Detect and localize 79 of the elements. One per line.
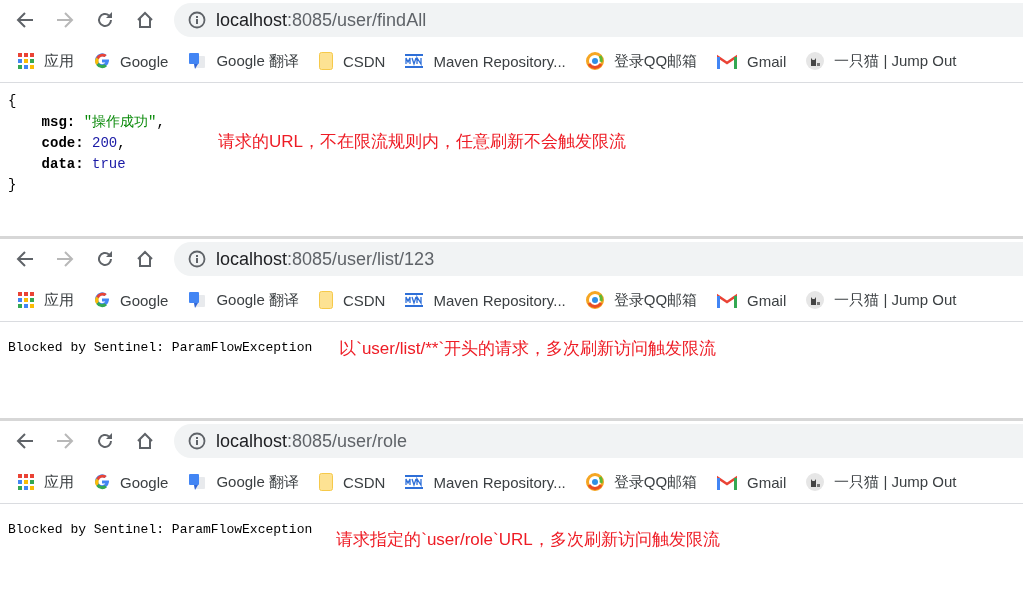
cat-icon — [806, 473, 825, 491]
bookmark[interactable]: Google — [94, 291, 169, 309]
page-icon — [318, 291, 333, 309]
info-icon — [188, 11, 206, 29]
page-icon — [318, 52, 333, 70]
back-icon — [16, 12, 34, 28]
annotation-text: 请求的URL，不在限流规则内，任意刷新不会触发限流 — [218, 131, 626, 153]
bookmark[interactable]: Google 翻译 — [188, 290, 299, 310]
url-text: localhost:8085/user/role — [216, 430, 408, 452]
json-brace: { — [8, 92, 18, 111]
url-text: localhost:8085/user/list/123 — [216, 248, 435, 270]
maven-logo-icon — [405, 475, 424, 489]
bookmark[interactable]: CSDN — [318, 473, 386, 491]
apps-grid-icon — [18, 53, 34, 69]
translate-icon — [188, 291, 207, 309]
bookmark[interactable]: 一只猫 | Jump Out — [806, 472, 957, 492]
bookmark[interactable]: 登录QQ邮箱 — [585, 51, 698, 71]
translate-icon — [188, 473, 207, 491]
translate-icon — [188, 52, 207, 70]
qq-mail-icon — [585, 473, 604, 491]
bookmark[interactable]: 一只猫 | Jump Out — [806, 290, 957, 310]
maven-logo-icon — [405, 54, 424, 68]
qq-mail-icon — [585, 291, 604, 309]
reload-icon — [96, 11, 114, 29]
json-line: code: 200, — [40, 134, 127, 153]
bookmark[interactable]: CSDN — [318, 291, 386, 309]
url-text: localhost:8085/user/findAll — [216, 9, 427, 31]
address-bar[interactable]: localhost:8085/user/findAll — [174, 3, 1023, 37]
forward-icon — [56, 433, 74, 449]
annotation-text: 请求指定的`user/role`URL，多次刷新访问触发限流 — [336, 529, 720, 551]
reload-icon — [96, 432, 114, 450]
bookmark[interactable]: Google — [94, 473, 169, 491]
back-icon — [16, 251, 34, 267]
bookmark[interactable]: CSDN — [318, 52, 386, 70]
google-g-icon — [94, 474, 110, 490]
annotation-text: 以`user/list/**`开头的请求，多次刷新访问触发限流 — [339, 338, 717, 360]
maven-logo-icon — [405, 293, 424, 307]
bookmark[interactable]: 应用 — [18, 472, 74, 492]
address-bar[interactable]: localhost:8085/user/list/123 — [174, 242, 1023, 276]
bookmark[interactable]: Google 翻译 — [188, 51, 299, 71]
apps-grid-icon — [18, 292, 34, 308]
gmail-icon — [717, 292, 738, 308]
info-icon — [188, 250, 206, 268]
cat-icon — [806, 291, 825, 309]
json-line: data: true — [40, 155, 127, 174]
bookmark[interactable]: Google 翻译 — [188, 472, 299, 492]
info-icon — [188, 432, 206, 450]
google-g-icon — [94, 53, 110, 69]
error-message: Blocked by Sentinel: ParamFlowException — [7, 339, 313, 355]
back-icon — [16, 433, 34, 449]
json-line: msg: "操作成功", — [40, 113, 166, 132]
bookmark[interactable]: Gmail — [717, 52, 787, 70]
gmail-icon — [717, 53, 738, 69]
bookmark[interactable]: Maven Repository... — [405, 473, 566, 491]
bookmark[interactable]: 登录QQ邮箱 — [585, 290, 698, 310]
qq-mail-icon — [585, 52, 604, 70]
bookmark[interactable]: Gmail — [717, 473, 787, 491]
home-icon — [136, 250, 154, 268]
home-icon — [136, 11, 154, 29]
error-message: Blocked by Sentinel: ParamFlowException — [7, 521, 313, 537]
google-g-icon — [94, 292, 110, 308]
address-bar[interactable]: localhost:8085/user/role — [174, 424, 1023, 458]
bookmark[interactable]: 应用 — [18, 290, 74, 310]
gmail-icon — [717, 474, 738, 490]
json-brace: } — [8, 176, 18, 195]
bookmark[interactable]: 应用 — [18, 51, 74, 71]
bookmark[interactable]: Maven Repository... — [405, 52, 566, 70]
apps-grid-icon — [18, 474, 34, 490]
forward-icon — [56, 251, 74, 267]
page-icon — [318, 473, 333, 491]
cat-icon — [806, 52, 825, 70]
bookmark[interactable]: 登录QQ邮箱 — [585, 472, 698, 492]
bookmark[interactable]: 一只猫 | Jump Out — [806, 51, 957, 71]
home-icon — [136, 432, 154, 450]
bookmark[interactable]: Maven Repository... — [405, 291, 566, 309]
reload-icon — [96, 250, 114, 268]
bookmark[interactable]: Google — [94, 52, 169, 70]
forward-icon — [56, 12, 74, 28]
bookmark[interactable]: Gmail — [717, 291, 787, 309]
